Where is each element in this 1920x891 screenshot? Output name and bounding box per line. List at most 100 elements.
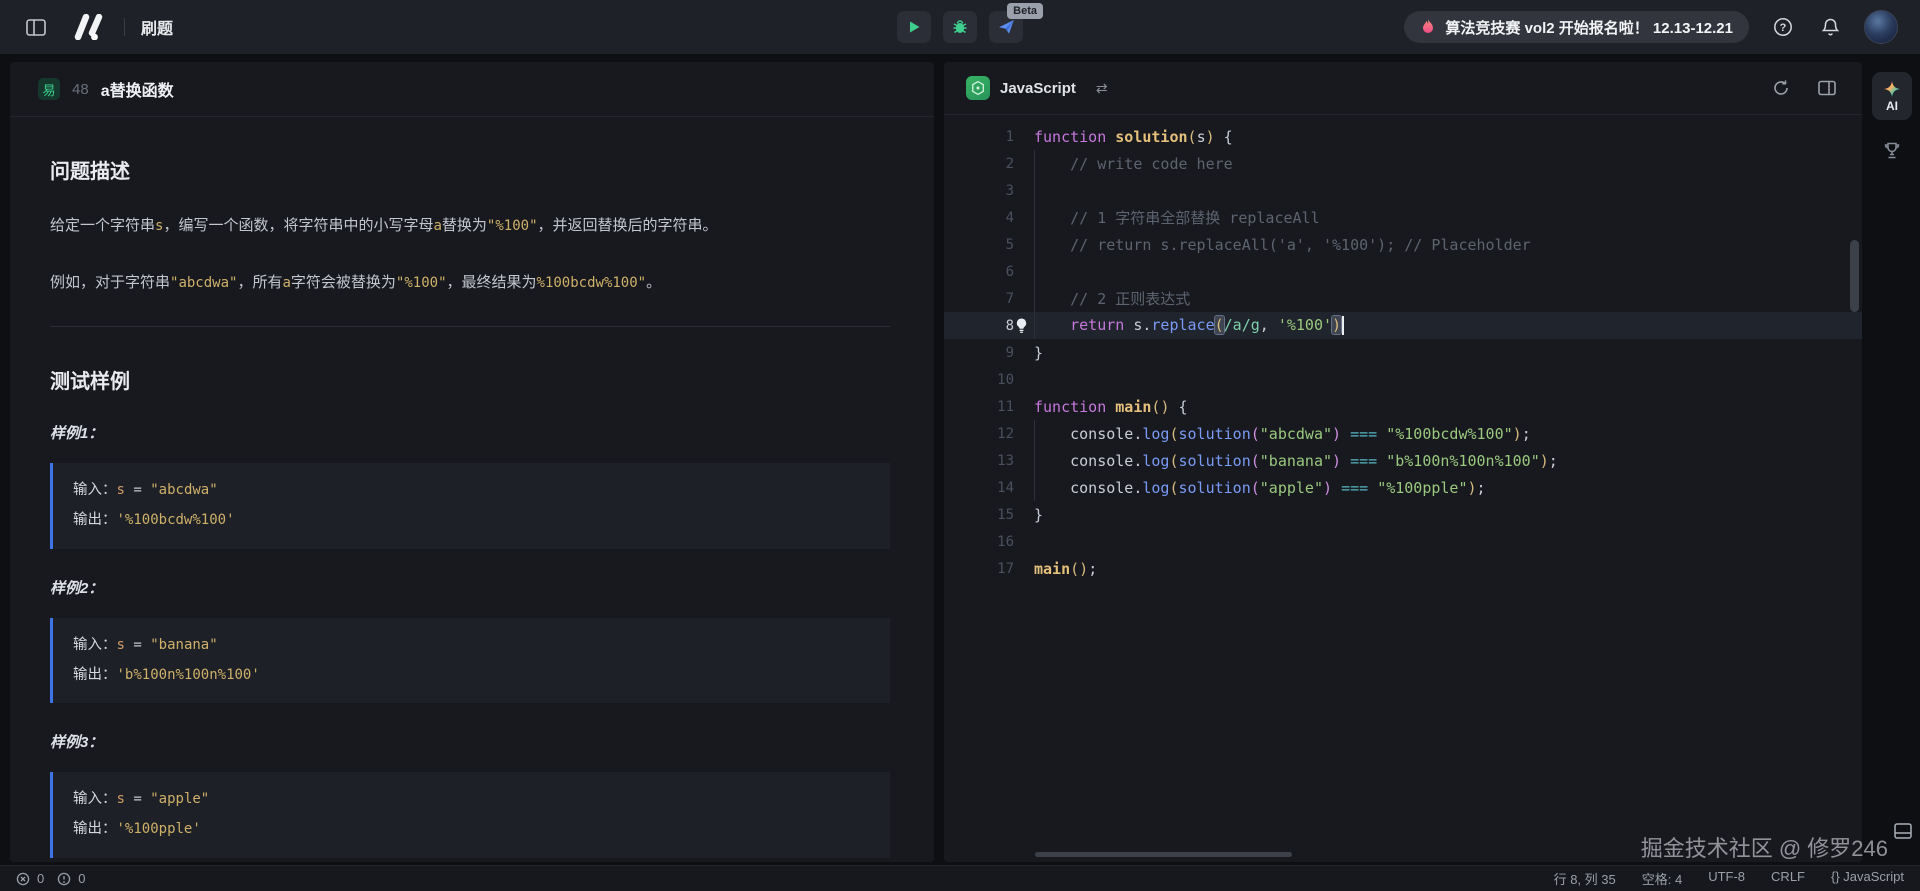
debug-button[interactable] [943, 11, 977, 43]
divider [124, 18, 125, 36]
sample-title: 样例1： [50, 422, 890, 443]
code-line[interactable]: 16 [944, 528, 1862, 555]
code-line[interactable]: 5 // return s.replaceAll('a', '%100'); /… [944, 231, 1862, 258]
help-button[interactable]: ? [1769, 13, 1797, 41]
user-avatar[interactable] [1864, 10, 1898, 44]
section-divider [50, 326, 890, 327]
error-count[interactable]: 0 [37, 871, 44, 886]
panel-toggle-button[interactable] [22, 15, 50, 40]
code-line[interactable]: 13 console.log(solution("banana") === "b… [944, 447, 1862, 474]
code-line[interactable]: 4 // 1 字符串全部替换 replaceAll [944, 204, 1862, 231]
contest-button[interactable] [1876, 140, 1908, 162]
code-line[interactable]: 10 [944, 366, 1862, 393]
horizontal-scrollbar[interactable] [1035, 852, 1292, 857]
editor-header: JavaScript ⇄ [944, 62, 1862, 115]
submit-button[interactable]: Beta [989, 11, 1023, 43]
bug-icon [952, 19, 968, 35]
ai-label: AI [1886, 99, 1898, 113]
code-line[interactable]: 15} [944, 501, 1862, 528]
code-line[interactable]: 17main(); [944, 555, 1862, 582]
error-count-icon[interactable] [16, 872, 30, 886]
panel-toggle-icon [26, 19, 46, 36]
run-controls: Beta [897, 11, 1023, 43]
problem-panel: 易 48 a替换函数 问题描述 给定一个字符串s，编写一个函数，将字符串中的小写… [10, 62, 934, 862]
sample-input-line: 输入：s = "banana" [73, 631, 870, 661]
problem-title: a替换函数 [101, 77, 174, 101]
problem-number: 48 [72, 81, 89, 98]
line-number: 16 [944, 534, 1014, 550]
reset-code-button[interactable] [1768, 75, 1794, 101]
problem-paragraph: 给定一个字符串s，编写一个函数，将字符串中的小写字母a替换为"%100"，并返回… [50, 212, 890, 239]
sample-input-line: 输入：s = "apple" [73, 785, 870, 815]
svg-text:?: ? [1780, 22, 1787, 34]
ai-assistant-button[interactable]: AI [1872, 72, 1912, 120]
sample-output-value: 'b%100n%100n%100' [117, 667, 260, 683]
play-icon [907, 20, 921, 34]
line-number: 10 [944, 372, 1014, 388]
problem-paragraph: 例如，对于字符串"abcdwa"，所有a字符会被替换为"%100"，最终结果为%… [50, 269, 890, 296]
output-label: 输出： [73, 512, 117, 528]
panel-toggle-bottom-icon[interactable] [1894, 823, 1912, 839]
ai-logo-icon [1883, 80, 1901, 98]
line-number: 7 [944, 291, 1014, 307]
input-label: 输入： [73, 482, 117, 498]
code-line[interactable]: 9} [944, 339, 1862, 366]
line-number: 5 [944, 237, 1014, 253]
eol-setting[interactable]: CRLF [1771, 869, 1805, 888]
sample-block: 输入：s = "banana" 输出：'b%100n%100n%100' [50, 618, 890, 703]
beta-badge: Beta [1007, 3, 1043, 19]
input-label: 输入： [73, 791, 117, 807]
swap-icon: ⇄ [1096, 80, 1108, 96]
warning-count[interactable]: 0 [78, 871, 85, 886]
status-bar: 0 0 行 8, 列 35 空格: 4 UTF-8 CRLF {} JavaSc… [0, 865, 1920, 891]
code-line[interactable]: 7 // 2 正则表达式 [944, 285, 1862, 312]
line-number: 8 [944, 318, 1014, 334]
run-button[interactable] [897, 11, 931, 43]
switch-language-button[interactable]: ⇄ [1090, 79, 1114, 98]
language-mode[interactable]: {} JavaScript [1831, 869, 1904, 888]
vertical-scrollbar[interactable] [1850, 240, 1859, 312]
line-number: 4 [944, 210, 1014, 226]
cursor-position[interactable]: 行 8, 列 35 [1554, 869, 1616, 888]
line-number: 2 [944, 156, 1014, 172]
quick-fix-lightbulb-icon[interactable] [1014, 317, 1030, 334]
code-line[interactable]: 6 [944, 258, 1862, 285]
sample-input-value: s = "apple" [117, 791, 210, 807]
code-line[interactable]: 8 return s.replace(/a/g, '%100') [944, 312, 1862, 339]
contest-banner[interactable]: 算法竞技赛 vol2 开始报名啦！ 12.13-12.21 [1404, 11, 1749, 43]
question-icon: ? [1773, 17, 1793, 37]
encoding[interactable]: UTF-8 [1708, 869, 1745, 888]
sample-output-line: 输出：'b%100n%100n%100' [73, 661, 870, 691]
line-number: 1 [944, 129, 1014, 145]
app-logo [72, 14, 108, 40]
code-line[interactable]: 2 // write code here [944, 150, 1862, 177]
description-heading: 问题描述 [50, 155, 890, 184]
output-label: 输出： [73, 821, 117, 837]
notifications-button[interactable] [1817, 13, 1844, 41]
problem-content: 问题描述 给定一个字符串s，编写一个函数，将字符串中的小写字母a替换为"%100… [10, 117, 934, 858]
code-line[interactable]: 11function main() { [944, 393, 1862, 420]
line-number: 9 [944, 345, 1014, 361]
language-label: JavaScript [1000, 80, 1076, 97]
javascript-language-icon [966, 76, 990, 100]
code-line[interactable]: 14 console.log(solution("apple") === "%1… [944, 474, 1862, 501]
indent-setting[interactable]: 空格: 4 [1642, 869, 1682, 888]
line-number: 11 [944, 399, 1014, 415]
sample-input-value: s = "banana" [117, 637, 218, 653]
sample-title: 样例3： [50, 731, 890, 752]
sample-output-value: '%100pple' [117, 821, 201, 837]
code-line[interactable]: 12 console.log(solution("abcdwa") === "%… [944, 420, 1862, 447]
indent-guide [1034, 420, 1035, 501]
line-number: 13 [944, 453, 1014, 469]
sample-output-line: 输出：'%100bcdw%100' [73, 506, 870, 536]
sample-block: 输入：s = "abcdwa" 输出：'%100bcdw%100' [50, 463, 890, 548]
bell-icon [1821, 17, 1840, 37]
line-number: 12 [944, 426, 1014, 442]
layout-icon [1818, 80, 1836, 96]
layout-button[interactable] [1814, 76, 1840, 100]
code-editor[interactable]: 1function solution(s) {2 // write code h… [944, 115, 1862, 862]
warning-count-icon[interactable] [57, 872, 71, 886]
line-number: 3 [944, 183, 1014, 199]
code-line[interactable]: 3 [944, 177, 1862, 204]
code-line[interactable]: 1function solution(s) { [944, 123, 1862, 150]
